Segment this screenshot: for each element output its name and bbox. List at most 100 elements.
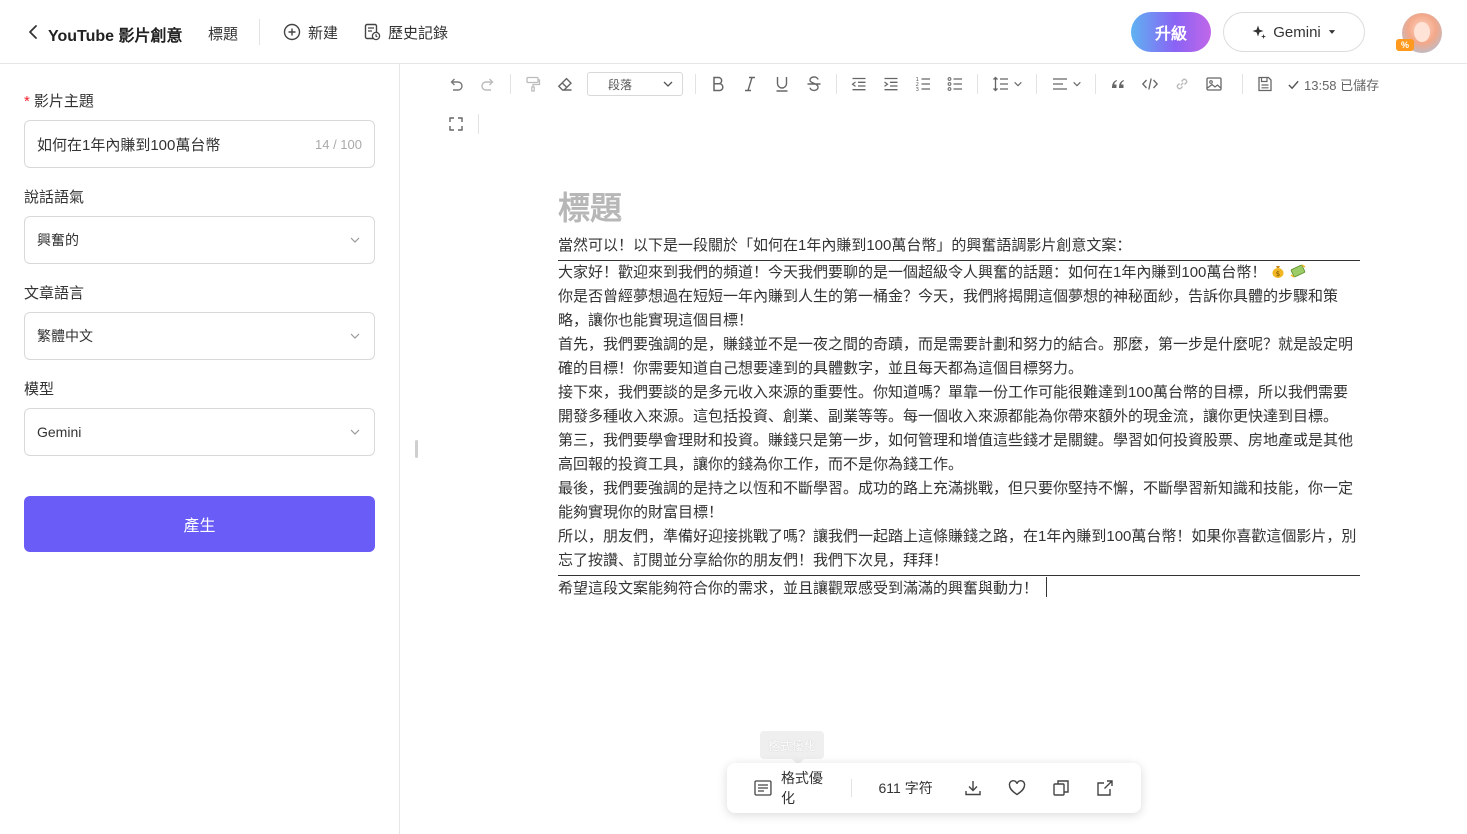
svg-text:3: 3 — [916, 87, 920, 93]
toolbar-divider — [977, 74, 978, 94]
bullet-list-icon — [947, 77, 962, 91]
external-link-icon — [1097, 780, 1113, 796]
strikethrough-button[interactable] — [798, 69, 830, 99]
chevron-down-icon — [663, 81, 673, 87]
model-label-field: 模型 — [24, 381, 55, 398]
underline-icon — [776, 77, 788, 92]
insert-image-button[interactable] — [1198, 69, 1230, 99]
format-list-icon — [754, 780, 772, 796]
toolbar-divider — [695, 74, 696, 94]
document-action-bar: 格式優化 611 字符 — [727, 763, 1141, 813]
history-label: 歷史記錄 — [388, 24, 449, 42]
tone-label: 說話語氣 — [24, 189, 85, 206]
app-title: YouTube 影片創意 — [48, 28, 183, 45]
paragraph-style-select[interactable]: 段落 — [587, 72, 683, 96]
topic-char-count: 14 / 100 — [315, 136, 362, 152]
toolbar-divider — [478, 114, 479, 134]
script-paragraph: 接下來，我們要談的是多元收入來源的重要性。你知道嗎？單靠一份工作可能很難達到10… — [558, 384, 1349, 425]
link-icon — [1176, 78, 1188, 90]
save-status-text: 13:58 已儲存 — [1304, 77, 1380, 93]
plus-circle-icon — [283, 23, 301, 41]
back-arrow-icon[interactable] — [26, 22, 42, 42]
new-button[interactable]: 新建 — [283, 21, 338, 43]
settings-sidebar: * 影片主題 如何在1年內賺到100萬台幣 14 / 100 說話語氣 興奮的 文… — [0, 64, 400, 834]
blockquote-button[interactable] — [1102, 69, 1134, 99]
indent-icon — [884, 77, 898, 91]
chevron-down-icon — [350, 333, 360, 339]
clear-format-button[interactable] — [549, 69, 581, 99]
editor-toolbar-row-2 — [440, 110, 485, 138]
format-optimize-button[interactable]: 格式優化 — [753, 768, 837, 808]
history-button[interactable]: 歷史記錄 — [363, 21, 448, 43]
indent-button[interactable] — [875, 69, 907, 99]
undo-icon — [450, 78, 463, 91]
copy-icon — [1053, 780, 1069, 796]
copy-button[interactable] — [1039, 770, 1083, 806]
tone-select[interactable]: 興奮的 — [24, 216, 375, 264]
underline-button[interactable] — [766, 69, 798, 99]
flying-money-icon — [1290, 264, 1306, 278]
bold-button[interactable] — [702, 69, 734, 99]
chevron-down-icon — [350, 237, 360, 243]
upgrade-button[interactable]: 升級 — [1131, 12, 1211, 52]
strikethrough-icon — [807, 76, 821, 92]
editor-toolbar: 段落 123 13:58 已儲存 — [440, 68, 1450, 100]
save-button[interactable] — [1249, 69, 1281, 99]
script-body: 大家好！歡迎來到我們的頻道！今天我們要聊的是一個超級令人興奮的話題：如何在1年內… — [558, 261, 1360, 576]
italic-button[interactable] — [734, 69, 766, 99]
user-avatar[interactable]: % — [1396, 13, 1442, 53]
bold-icon — [713, 76, 724, 92]
money-bag-icon: $ — [1272, 266, 1284, 278]
download-button[interactable] — [952, 770, 996, 806]
topic-input[interactable]: 如何在1年內賺到100萬台幣 14 / 100 — [24, 120, 375, 168]
fullscreen-button[interactable] — [440, 109, 472, 139]
title-link[interactable]: 標題 — [208, 23, 238, 44]
eraser-icon — [557, 77, 572, 91]
language-select[interactable]: 繁體中文 — [24, 312, 375, 360]
model-selector[interactable]: Gemini — [1223, 12, 1365, 52]
svg-text:$: $ — [1276, 270, 1280, 278]
generate-button[interactable]: 產生 — [24, 496, 375, 552]
document-content[interactable]: 標題 當然可以！以下是一段關於「如何在1年內賺到100萬台幣」的興奮語調影片創意… — [558, 186, 1360, 601]
redo-icon — [481, 78, 494, 91]
model-select[interactable]: Gemini — [24, 408, 375, 456]
toolbar-divider — [510, 74, 511, 94]
format-painter-button[interactable] — [517, 69, 549, 99]
outro-line: 希望這段文案能夠符合你的需求，並且讓觀眾感受到滿滿的興奮與動力！ — [558, 576, 1360, 601]
download-icon — [965, 781, 982, 796]
top-header: YouTube 影片創意 標題 新建 歷史記錄 升級 Gemini % — [0, 0, 1467, 64]
share-export-button[interactable] — [1083, 770, 1127, 806]
favorite-button[interactable] — [995, 770, 1039, 806]
outdent-button[interactable] — [843, 69, 875, 99]
script-paragraph: 你是否曾經夢想過在短短一年內賺到人生的第一桶金？今天，我們將揭開這個夢想的神秘面… — [558, 288, 1339, 329]
code-icon — [1141, 78, 1159, 90]
toolbar-divider — [836, 74, 837, 94]
code-button[interactable] — [1134, 69, 1166, 99]
line-height-button[interactable] — [984, 69, 1030, 99]
tone-value: 興奮的 — [37, 232, 79, 248]
required-asterisk: * — [24, 93, 30, 110]
link-button[interactable] — [1166, 69, 1198, 99]
script-paragraph: 最後，我們要強調的是持之以恆和不斷學習。成功的路上充滿挑戰，但只要你堅持不懈，不… — [558, 480, 1354, 521]
bullet-list-button[interactable] — [939, 69, 971, 99]
chevron-down-icon — [1013, 81, 1022, 87]
topic-label: * 影片主題 — [24, 93, 94, 110]
align-button[interactable] — [1043, 69, 1089, 99]
italic-icon — [745, 76, 755, 92]
check-icon — [1288, 80, 1299, 89]
line-height-icon — [992, 76, 1008, 92]
ordered-list-button[interactable]: 123 — [907, 69, 939, 99]
new-label: 新建 — [308, 24, 339, 42]
chevron-down-icon — [1072, 81, 1081, 87]
redo-button[interactable] — [472, 69, 504, 99]
undo-button[interactable] — [440, 69, 472, 99]
history-icon — [364, 23, 381, 41]
document-title-placeholder[interactable]: 標題 — [558, 186, 1360, 234]
fullscreen-icon — [449, 117, 463, 131]
action-bar-divider — [850, 779, 852, 797]
intro-line: 當然可以！以下是一段關於「如何在1年內賺到100萬台幣」的興奮語調影片創意文案： — [558, 234, 1360, 261]
format-tooltip: 格式優化 — [760, 731, 825, 765]
chevron-down-icon — [350, 429, 360, 435]
panel-resize-handle[interactable] — [415, 440, 418, 458]
toolbar-divider — [1242, 74, 1243, 94]
